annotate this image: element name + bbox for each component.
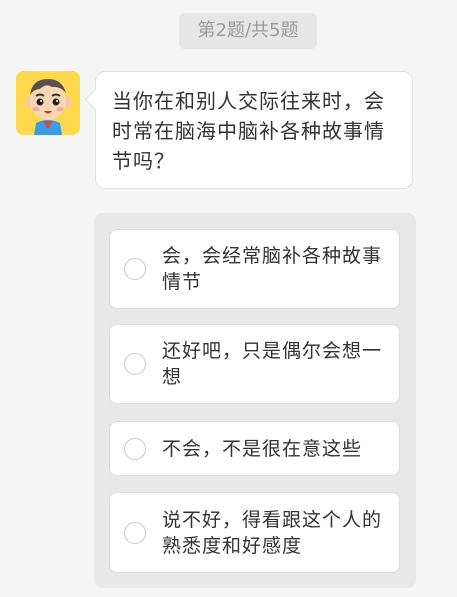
option-label: 说不好，得看跟这个人的熟悉度和好感度 xyxy=(162,508,383,557)
option-4[interactable]: 说不好，得看跟这个人的熟悉度和好感度 xyxy=(109,492,400,573)
cartoon-boy-avatar-icon xyxy=(16,71,80,135)
radio-icon[interactable] xyxy=(124,353,146,375)
option-label: 会，会经常脑补各种故事情节 xyxy=(162,245,383,293)
options-panel: 会，会经常脑补各种故事情节 还好吧，只是偶尔会想一想 不会，不是很在意这些 说不… xyxy=(94,213,416,588)
radio-icon[interactable] xyxy=(124,437,146,460)
option-label: 还好吧，只是偶尔会想一想 xyxy=(162,340,383,388)
question-bubble: 当你在和别人交际往来时，会时常在脑海中脑补各种故事情节吗？ xyxy=(95,71,413,189)
radio-icon[interactable] xyxy=(124,258,146,280)
radio-icon[interactable] xyxy=(124,521,146,544)
option-1[interactable]: 会，会经常脑补各种故事情节 xyxy=(109,229,400,309)
avatar xyxy=(16,71,80,135)
quiz-page: 第2题/共5题 当你在和别人交际往来时，会时常在脑海中脑补各种故事情节吗？ 会，… xyxy=(0,0,457,597)
question-text: 当你在和别人交际往来时，会时常在脑海中脑补各种故事情节吗？ xyxy=(112,89,385,173)
question-progress-badge: 第2题/共5题 xyxy=(179,13,317,49)
option-label: 不会，不是很在意这些 xyxy=(162,437,363,460)
option-3[interactable]: 不会，不是很在意这些 xyxy=(109,421,400,476)
option-2[interactable]: 还好吧，只是偶尔会想一想 xyxy=(109,324,400,404)
